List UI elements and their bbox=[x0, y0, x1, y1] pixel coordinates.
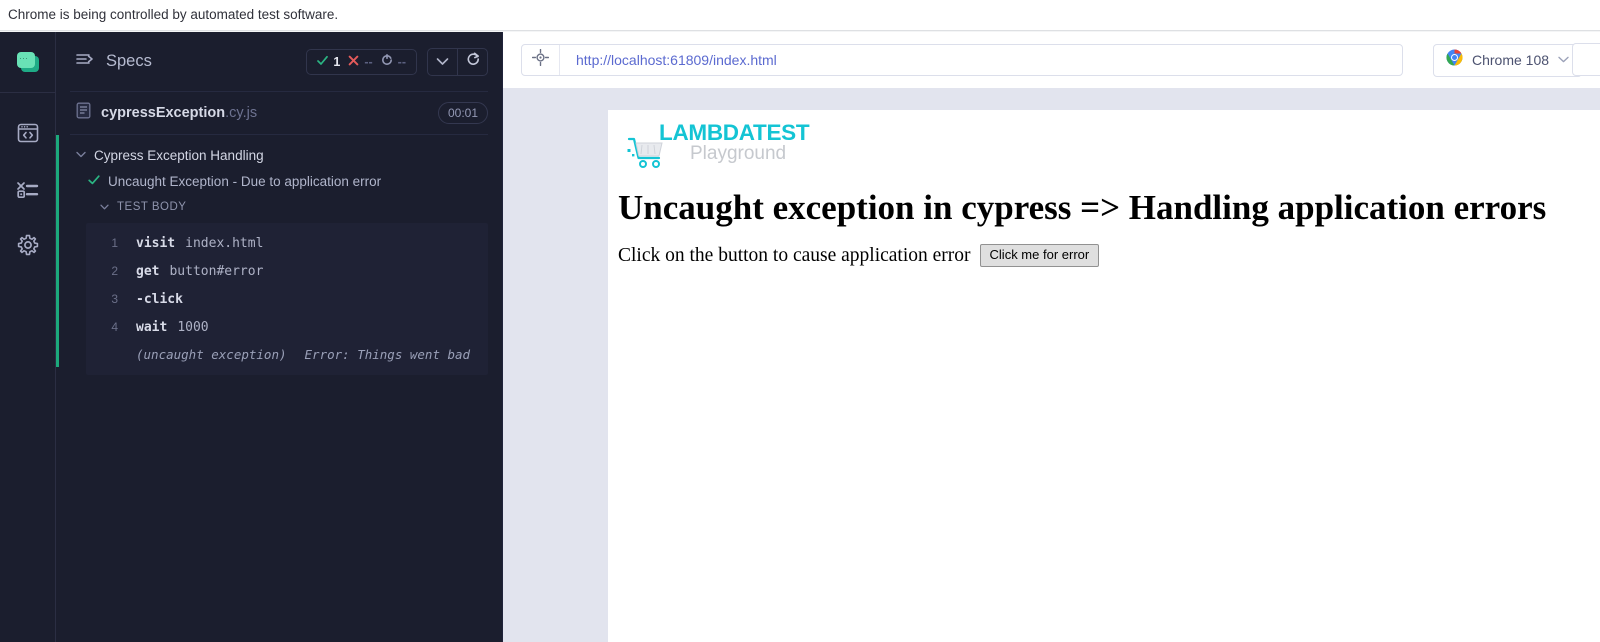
crosshair-icon bbox=[531, 48, 550, 71]
suite-label: Cypress Exception Handling bbox=[94, 148, 264, 163]
viewport-background-left bbox=[503, 110, 608, 642]
command-name: visit bbox=[136, 235, 176, 251]
command-argument: index.html bbox=[185, 235, 264, 251]
uncaught-exception-row[interactable]: (uncaught exception) Error: Things went … bbox=[86, 341, 488, 367]
cypress-app-window: ... Specs 1 -- -- cypressException.cy.js… bbox=[0, 32, 1600, 642]
active-test-accent-bar bbox=[56, 135, 59, 367]
selector-playground-button[interactable] bbox=[522, 45, 560, 75]
screen: Chrome is being controlled by automated … bbox=[0, 0, 1600, 642]
specs-icon bbox=[17, 123, 39, 143]
chevron-down-icon bbox=[1558, 55, 1569, 66]
rail-item-specs[interactable] bbox=[0, 105, 55, 161]
command-name: get bbox=[136, 263, 160, 279]
command-name: -click bbox=[136, 291, 183, 307]
lambdatest-subtitle: Playground bbox=[690, 143, 787, 164]
runs-icon bbox=[16, 179, 40, 199]
reload-icon bbox=[381, 54, 393, 69]
refresh-icon bbox=[466, 52, 480, 71]
command-number: 4 bbox=[111, 320, 118, 334]
status-badge-passed: 1 bbox=[317, 55, 340, 69]
spec-file-row[interactable]: cypressException.cy.js 00:01 bbox=[56, 92, 502, 134]
exception-message: Error: Things went bad bbox=[304, 346, 471, 362]
chrome-icon bbox=[1446, 49, 1463, 71]
spec-file-name: cypressException.cy.js bbox=[101, 105, 257, 121]
command-row[interactable]: 2 get button#error bbox=[86, 257, 488, 285]
command-name: wait bbox=[136, 319, 168, 335]
command-list: 1 visit index.html 2 get button#error 3 … bbox=[86, 223, 488, 375]
rerun-button[interactable] bbox=[457, 48, 487, 75]
url-text[interactable]: http://localhost:61809/index.html bbox=[560, 52, 777, 68]
viewport-background-top bbox=[503, 88, 1600, 110]
cypress-logo-icon: ... bbox=[16, 52, 39, 72]
lambdatest-logo[interactable]: LAMBDATEST Playground bbox=[626, 120, 810, 172]
test-row[interactable]: Uncaught Exception - Due to application … bbox=[56, 168, 502, 195]
document-icon bbox=[76, 102, 91, 124]
automation-banner: Chrome is being controlled by automated … bbox=[0, 0, 1600, 30]
settings-icon bbox=[17, 234, 39, 256]
aut-iframe: LAMBDATEST Playground Uncaught exception… bbox=[608, 110, 1600, 642]
browser-name: Chrome 108 bbox=[1472, 52, 1550, 68]
check-icon bbox=[88, 173, 100, 191]
command-row[interactable]: 1 visit index.html bbox=[86, 229, 488, 257]
error-trigger-row: Click on the button to cause application… bbox=[618, 244, 1100, 268]
x-icon bbox=[348, 55, 359, 69]
exception-type: (uncaught exception) bbox=[136, 346, 287, 362]
command-number: 1 bbox=[111, 236, 118, 250]
status-badge-pending: -- bbox=[381, 54, 406, 69]
instruction-text: Click on the button to cause application… bbox=[618, 244, 971, 266]
list-arrow-icon[interactable] bbox=[76, 52, 94, 71]
test-body-label: TEST BODY bbox=[117, 201, 187, 213]
command-row[interactable]: 4 wait 1000 bbox=[86, 313, 488, 341]
command-number: 2 bbox=[111, 264, 118, 278]
rail-item-runs[interactable] bbox=[0, 161, 55, 217]
command-row[interactable]: 3 -click bbox=[86, 285, 488, 313]
chevron-down-icon bbox=[436, 53, 449, 71]
failed-count: -- bbox=[364, 54, 373, 69]
specs-panel: Specs 1 -- -- cypressException.cy.js 00:… bbox=[56, 32, 503, 642]
pending-count: -- bbox=[397, 54, 406, 69]
command-argument: button#error bbox=[169, 263, 264, 279]
left-nav-rail: ... bbox=[0, 32, 56, 642]
passed-count: 1 bbox=[333, 54, 341, 69]
page-title: Uncaught exception in cypress => Handlin… bbox=[618, 188, 1547, 227]
spec-duration-badge: 00:01 bbox=[437, 102, 488, 124]
app-preview-panel: http://localhost:61809/index.html Chrome… bbox=[503, 32, 1600, 642]
click-me-for-error-button[interactable]: Click me for error bbox=[979, 244, 1100, 268]
check-icon bbox=[317, 55, 329, 69]
browser-selector[interactable]: Chrome 108 bbox=[1433, 43, 1583, 77]
status-badge-failed: -- bbox=[348, 54, 373, 69]
logo-dots: ... bbox=[19, 54, 29, 61]
collapse-all-button[interactable] bbox=[428, 49, 457, 75]
chevron-down-icon[interactable] bbox=[100, 203, 109, 212]
command-number: 3 bbox=[111, 292, 118, 306]
rail-item-settings[interactable] bbox=[0, 217, 55, 273]
test-body-row[interactable]: TEST BODY bbox=[56, 195, 502, 219]
spec-file-extension: .cy.js bbox=[225, 105, 258, 121]
test-tree: Cypress Exception Handling Uncaught Exce… bbox=[56, 135, 502, 375]
panel-action-buttons bbox=[427, 47, 488, 76]
spec-file-basename: cypressException bbox=[101, 105, 226, 121]
test-tree-wrapper: Cypress Exception Handling Uncaught Exce… bbox=[56, 135, 502, 375]
url-field[interactable]: http://localhost:61809/index.html bbox=[521, 44, 1403, 76]
test-status-summary: 1 -- -- bbox=[306, 48, 417, 75]
suite-row[interactable]: Cypress Exception Handling bbox=[56, 143, 502, 168]
url-bar: http://localhost:61809/index.html Chrome… bbox=[503, 32, 1600, 88]
chevron-down-icon[interactable] bbox=[76, 151, 86, 160]
command-argument: 1000 bbox=[177, 319, 209, 335]
rail-item-cypress-logo[interactable]: ... bbox=[0, 32, 55, 93]
viewport-settings-button[interactable] bbox=[1572, 43, 1600, 76]
test-label: Uncaught Exception - Due to application … bbox=[108, 174, 382, 189]
specs-panel-title: Specs bbox=[106, 52, 152, 70]
specs-panel-header: Specs 1 -- -- bbox=[56, 32, 502, 91]
